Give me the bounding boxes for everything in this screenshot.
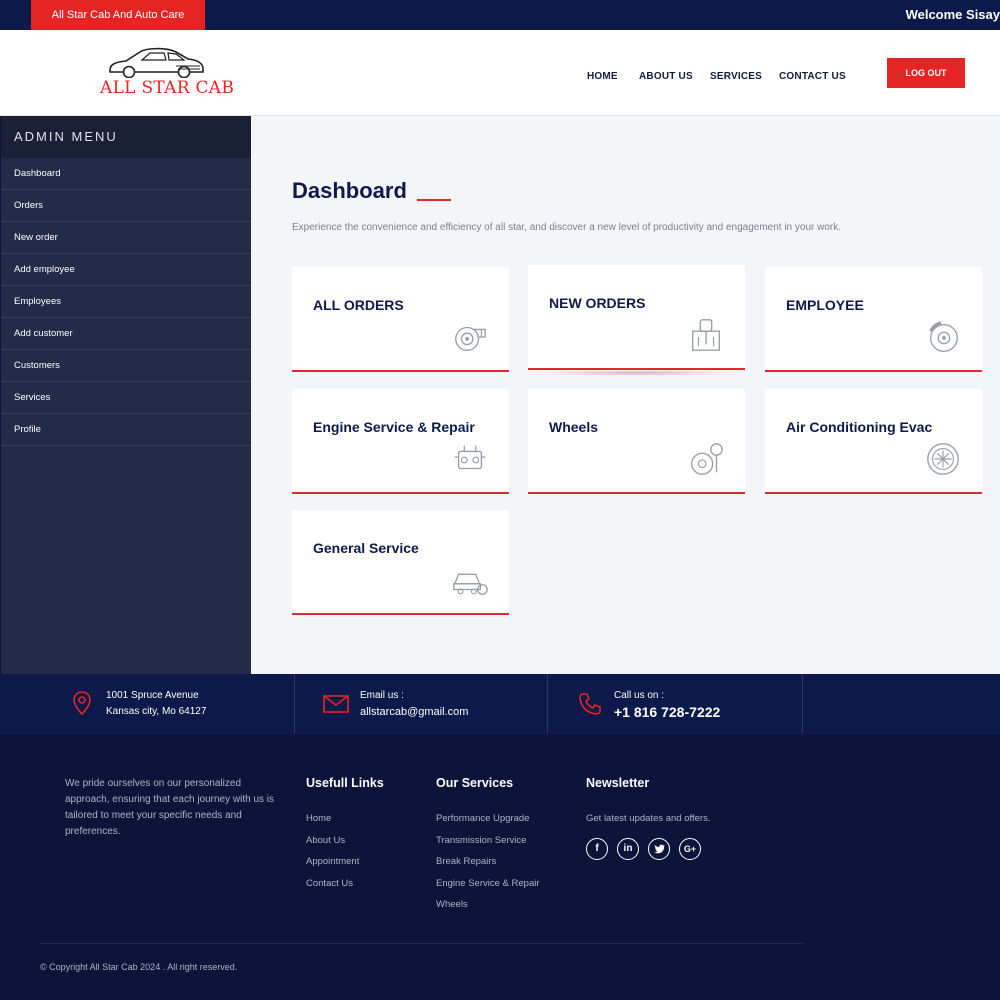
card-title: NEW ORDERS xyxy=(549,295,646,311)
google-plus-icon[interactable]: G+ xyxy=(679,838,701,860)
admin-sidebar: ADMIN MENU Dashboard Orders New order Ad… xyxy=(1,116,251,674)
phone-label: Call us on : xyxy=(614,690,665,701)
sidebar-item-profile[interactable]: Profile xyxy=(1,414,251,446)
sidebar-item-employees[interactable]: Employees xyxy=(1,286,251,318)
linkedin-icon[interactable]: in xyxy=(617,838,639,860)
twitter-icon[interactable] xyxy=(648,838,670,860)
copyright-text: © Copyright All Star Cab 2024 . All righ… xyxy=(40,962,238,972)
page-title: Dashboard xyxy=(292,178,407,203)
logo[interactable]: ALL STAR CAB xyxy=(100,44,235,102)
our-services-title: Our Services xyxy=(436,776,514,790)
card-title: ALL ORDERS xyxy=(313,297,404,313)
card-wheels[interactable]: Wheels xyxy=(528,389,745,494)
nav-services[interactable]: SERVICES xyxy=(710,66,762,84)
title-underline xyxy=(417,199,451,201)
footer-link-contact-us[interactable]: Contact Us xyxy=(306,878,359,900)
top-bar: All Star Cab And Auto Care Welcome Sisay xyxy=(0,0,1000,30)
footer-service-break-repairs[interactable]: Break Repairs xyxy=(436,856,540,878)
car-service-icon xyxy=(453,573,488,595)
sidebar-item-add-employee[interactable]: Add employee xyxy=(1,254,251,286)
turbo-icon xyxy=(455,326,486,351)
logout-button[interactable]: LOG OUT xyxy=(887,58,965,88)
our-services-list: Performance Upgrade Transmission Service… xyxy=(436,813,540,921)
footer-divider xyxy=(40,943,804,944)
email-address[interactable]: allstarcab@gmail.com xyxy=(360,704,468,720)
card-engine-service[interactable]: Engine Service & Repair xyxy=(292,389,509,494)
site-header: ALL STAR CAB HOME ABOUT US SERVICES CONT… xyxy=(0,30,1000,116)
phone-icon xyxy=(579,693,601,715)
newsletter-text: Get latest updates and offers. xyxy=(586,813,711,824)
contact-email: Email us : allstarcab@gmail.com xyxy=(295,674,548,734)
nav-contact-us[interactable]: CONTACT US xyxy=(779,66,846,84)
card-general-service[interactable]: General Service xyxy=(292,510,509,615)
card-shadow xyxy=(538,370,735,376)
sidebar-item-add-customer[interactable]: Add customer xyxy=(1,318,251,350)
tire-pressure-icon xyxy=(691,443,723,475)
sidebar-item-new-order[interactable]: New order xyxy=(1,222,251,254)
phone-number[interactable]: +1 816 728-7222 xyxy=(614,704,720,720)
email-label: Email us : xyxy=(360,690,404,701)
brake-disc-icon xyxy=(929,321,958,352)
welcome-message: Welcome Sisay xyxy=(905,7,1000,22)
ac-fan-icon xyxy=(927,443,959,475)
nav-home[interactable]: HOME xyxy=(587,66,618,84)
site-footer: We pride ourselves on our personalized a… xyxy=(0,734,1000,1000)
twitter-bird-glyph xyxy=(653,844,665,854)
card-title: General Service xyxy=(313,540,419,556)
gear-shift-icon xyxy=(692,319,720,351)
footer-link-about-us[interactable]: About Us xyxy=(306,835,359,857)
card-all-orders[interactable]: ALL ORDERS xyxy=(292,267,509,372)
card-title: Engine Service & Repair xyxy=(313,419,475,435)
footer-service-transmission[interactable]: Transmission Service xyxy=(436,835,540,857)
footer-service-performance-upgrade[interactable]: Performance Upgrade xyxy=(436,813,540,835)
sidebar-item-customers[interactable]: Customers xyxy=(1,350,251,382)
contact-phone: Call us on : +1 816 728-7222 xyxy=(548,674,803,734)
car-logo-icon xyxy=(109,47,204,78)
card-title: EMPLOYEE xyxy=(786,297,864,313)
useful-links-title: Usefull Links xyxy=(306,776,384,790)
card-title: Air Conditioning Evac xyxy=(786,419,933,435)
card-employee[interactable]: EMPLOYEE xyxy=(765,267,982,372)
engine-icon xyxy=(454,445,486,470)
footer-service-wheels[interactable]: Wheels xyxy=(436,899,540,921)
dashboard-main: Dashboard Experience the convenience and… xyxy=(251,116,1000,674)
sidebar-item-dashboard[interactable]: Dashboard xyxy=(1,158,251,190)
nav-about-us[interactable]: ABOUT US xyxy=(639,66,693,84)
footer-about-text: We pride ourselves on our personalized a… xyxy=(65,778,275,837)
sidebar-item-services[interactable]: Services xyxy=(1,382,251,414)
brand-tag: All Star Cab And Auto Care xyxy=(31,0,205,30)
address-line-1: 1001 Spruce Avenue xyxy=(106,690,199,701)
card-title: Wheels xyxy=(549,419,599,435)
location-pin-icon xyxy=(73,691,91,715)
contact-address: 1001 Spruce Avenue Kansas city, Mo 64127 xyxy=(40,674,295,734)
contact-strip: 1001 Spruce Avenue Kansas city, Mo 64127… xyxy=(0,674,1000,734)
card-air-conditioning[interactable]: Air Conditioning Evac xyxy=(765,389,982,494)
page-description: Experience the convenience and efficienc… xyxy=(292,222,842,233)
logo-text: ALL STAR CAB xyxy=(100,78,235,98)
footer-service-engine[interactable]: Engine Service & Repair xyxy=(436,878,540,900)
card-new-orders[interactable]: NEW ORDERS xyxy=(528,265,745,376)
newsletter-title: Newsletter xyxy=(586,776,650,790)
footer-link-home[interactable]: Home xyxy=(306,813,359,835)
footer-link-appointment[interactable]: Appointment xyxy=(306,856,359,878)
envelope-icon xyxy=(323,695,349,713)
sidebar-item-orders[interactable]: Orders xyxy=(1,190,251,222)
facebook-icon[interactable]: f xyxy=(586,838,608,860)
useful-links-list: Home About Us Appointment Contact Us xyxy=(306,813,359,899)
admin-menu-title: ADMIN MENU xyxy=(1,116,251,158)
address-line-2: Kansas city, Mo 64127 xyxy=(106,706,207,717)
